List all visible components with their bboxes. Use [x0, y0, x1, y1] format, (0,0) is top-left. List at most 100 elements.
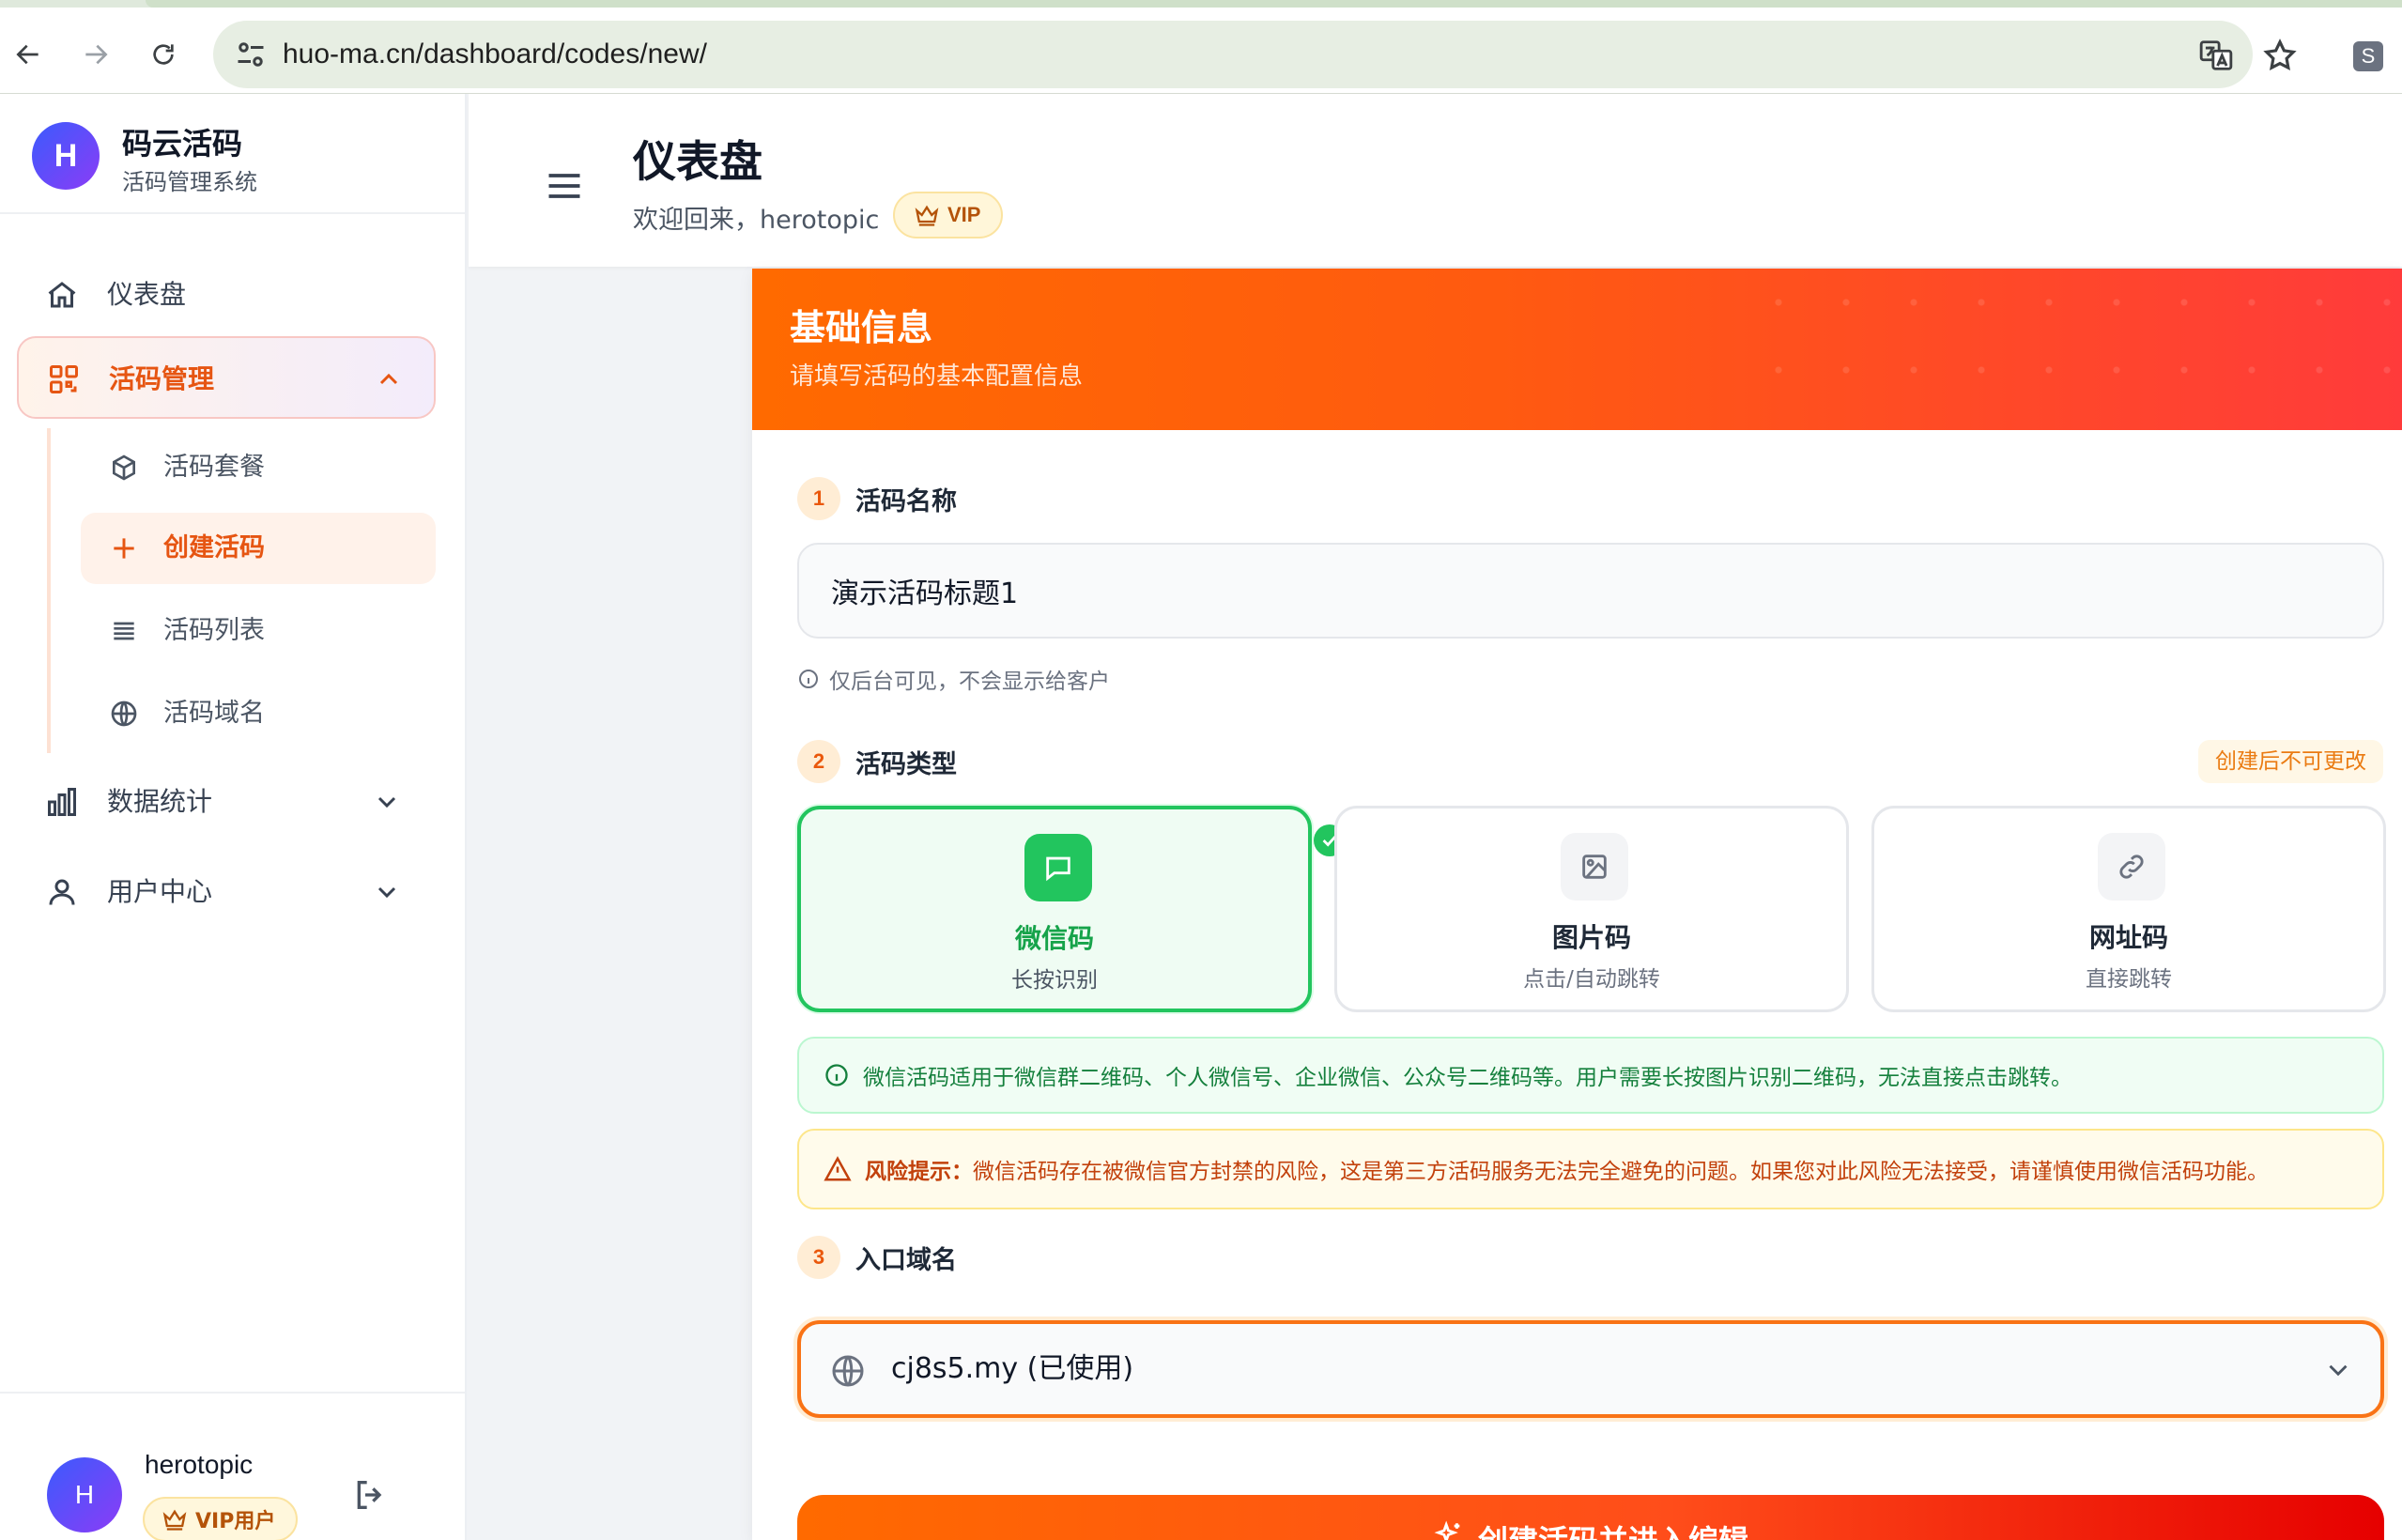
user-name: herotopic: [145, 1450, 254, 1479]
type-desc: 点击/自动跳转: [1523, 967, 1660, 992]
avatar[interactable]: H: [47, 1457, 122, 1532]
info-icon: [799, 670, 818, 688]
chat-icon: [1046, 856, 1070, 882]
card-title: 基础信息: [790, 307, 933, 348]
arrow-left-icon: [16, 44, 38, 65]
sparkles-icon: [1434, 1520, 1460, 1540]
domain-select[interactable]: cj8s5.my (已使用): [797, 1320, 2384, 1418]
globe-icon: [832, 1355, 864, 1387]
sidebar-item-label: 数据统计: [107, 786, 213, 817]
type-name: 网址码: [2088, 922, 2168, 953]
create-code-label: 创建活码并进入编辑: [1478, 1517, 1748, 1540]
sidebar-item-label: 用户中心: [107, 876, 213, 907]
page-header: 仪表盘 欢迎回来，herotopic VIP: [469, 94, 2402, 267]
hamburger-menu-icon[interactable]: [544, 165, 585, 207]
address-bar[interactable]: huo-ma.cn/dashboard/codes/new/: [213, 21, 2297, 88]
header-pattern: [1745, 269, 2402, 430]
sidebar-item-code-management[interactable]: 活码管理: [17, 336, 436, 419]
step-number: 1: [797, 477, 840, 520]
chevron-down-icon: [377, 886, 396, 899]
type-icon-box: [2098, 833, 2165, 901]
card-header: 基础信息 请填写活码的基本配置信息: [752, 269, 2402, 430]
reload-button[interactable]: [137, 28, 190, 81]
chevron-down-icon: [2329, 1364, 2348, 1377]
type-option-wechat[interactable]: 微信码 长按识别: [797, 806, 1346, 1012]
vip-badge: VIP: [893, 192, 1004, 239]
user-profile-box: H herotopic VIP用户: [0, 1392, 465, 1540]
warning-message: 风险提示：微信活码存在被微信官方封禁的风险，这是第三方活码服务无法完全避免的问题…: [865, 1153, 2269, 1185]
code-name-hint: 仅后台可见，不会显示给客户: [797, 663, 1110, 695]
crown-icon: [915, 205, 939, 226]
step-label: 活码名称: [855, 486, 957, 516]
warning-label: 风险提示：: [865, 1160, 973, 1184]
basic-info-card: 基础信息 请填写活码的基本配置信息 1 活码名称 仅后台可见，不会显示给客户 2…: [752, 269, 2402, 1540]
step-label: 入口域名: [855, 1245, 957, 1275]
vip-user-badge: VIP用户: [143, 1497, 299, 1540]
sidebar-item-user-center[interactable]: 用户中心: [17, 851, 436, 933]
home-icon: [48, 282, 76, 308]
crown-icon: [162, 1509, 187, 1531]
arrow-right-icon: [85, 44, 108, 65]
code-name-input[interactable]: [797, 543, 2384, 639]
type-name: 微信码: [1014, 923, 1094, 954]
welcome-text: 欢迎回来，herotopic: [633, 206, 880, 235]
step-code-name: 1 活码名称: [797, 477, 957, 520]
list-icon: [114, 622, 134, 640]
user-icon: [49, 879, 75, 905]
sidebar-subitem-packages[interactable]: 活码套餐: [81, 432, 436, 503]
wechat-info-alert: 微信活码适用于微信群二维码、个人微信号、企业微信、公众号二维码等。用户需要长按图…: [797, 1037, 2384, 1114]
profile-button[interactable]: S: [2353, 41, 2383, 71]
type-name: 图片码: [1551, 922, 1631, 953]
sidebar-subitem-label: 创建活码: [163, 533, 265, 562]
type-option-url[interactable]: 网址码 直接跳转: [1871, 806, 2386, 1012]
site-settings-icon[interactable]: [234, 38, 268, 71]
create-code-button[interactable]: 创建活码并进入编辑: [797, 1495, 2384, 1540]
chevron-down-icon: [377, 796, 396, 808]
sidebar-subitem-domains[interactable]: 活码域名: [81, 678, 436, 749]
sidebar-item-dashboard[interactable]: 仪表盘: [17, 254, 436, 336]
immutable-note: 创建后不可更改: [2198, 740, 2383, 783]
tab-strip: [0, 0, 2402, 8]
type-desc: 直接跳转: [2086, 967, 2172, 992]
info-icon: [825, 1064, 848, 1086]
sidebar-item-label: 活码管理: [109, 363, 215, 394]
url-text[interactable]: huo-ma.cn/dashboard/codes/new/: [283, 21, 707, 88]
globe-icon: [111, 701, 137, 727]
page-title: 仪表盘: [633, 136, 762, 187]
sidebar-subitem-label: 活码套餐: [163, 453, 265, 482]
active-tab[interactable]: [146, 0, 2402, 8]
type-option-image[interactable]: 图片码 点击/自动跳转: [1334, 806, 1849, 1012]
browser-toolbar: huo-ma.cn/dashboard/codes/new/ S: [0, 8, 2402, 94]
logout-icon[interactable]: [351, 1476, 389, 1514]
sidebar-subitem-label: 活码域名: [163, 699, 265, 728]
step-number: 2: [797, 740, 840, 783]
reload-icon: [153, 44, 174, 65]
step-number: 3: [797, 1236, 840, 1279]
sidebar-item-label: 仪表盘: [107, 279, 187, 310]
step-label: 活码类型: [855, 749, 957, 779]
vip-badge-label: VIP: [947, 203, 981, 226]
sidebar-item-statistics[interactable]: 数据统计: [17, 761, 436, 843]
brand-logo: H: [32, 122, 100, 190]
back-button[interactable]: [2, 28, 54, 81]
sidebar-subitem-create-code[interactable]: 创建活码: [81, 513, 436, 584]
brand-subtitle: 活码管理系统: [122, 169, 257, 195]
forward-button[interactable]: [69, 28, 122, 81]
chevron-up-icon: [379, 373, 398, 385]
image-icon: [1582, 855, 1607, 879]
link-icon: [2119, 855, 2144, 879]
domain-selected-value: cj8s5.my (已使用): [891, 1352, 1134, 1385]
translate-icon[interactable]: [2198, 38, 2234, 73]
bar-chart-icon: [48, 788, 76, 816]
risk-warning-alert: 风险提示：微信活码存在被微信官方封禁的风险，这是第三方活码服务无法完全避免的问题…: [797, 1129, 2384, 1209]
sidebar: H 码云活码 活码管理系统 仪表盘 活码管理 活码套餐 创建活码 活码列表 活码…: [0, 94, 467, 1540]
step-entry-domain: 3 入口域名: [797, 1236, 957, 1279]
sidebar-subitem-label: 活码列表: [163, 616, 265, 645]
warning-text: 微信活码存在被微信官方封禁的风险，这是第三方活码服务无法完全避免的问题。如果您对…: [973, 1160, 2269, 1184]
hint-text: 仅后台可见，不会显示给客户: [829, 670, 1110, 694]
type-icon-box: [1024, 834, 1092, 901]
step-code-type: 2 活码类型: [797, 740, 957, 783]
submenu-guide-line: [47, 428, 51, 753]
bookmark-star-icon[interactable]: [2262, 38, 2298, 73]
sidebar-subitem-code-list[interactable]: 活码列表: [81, 595, 436, 667]
